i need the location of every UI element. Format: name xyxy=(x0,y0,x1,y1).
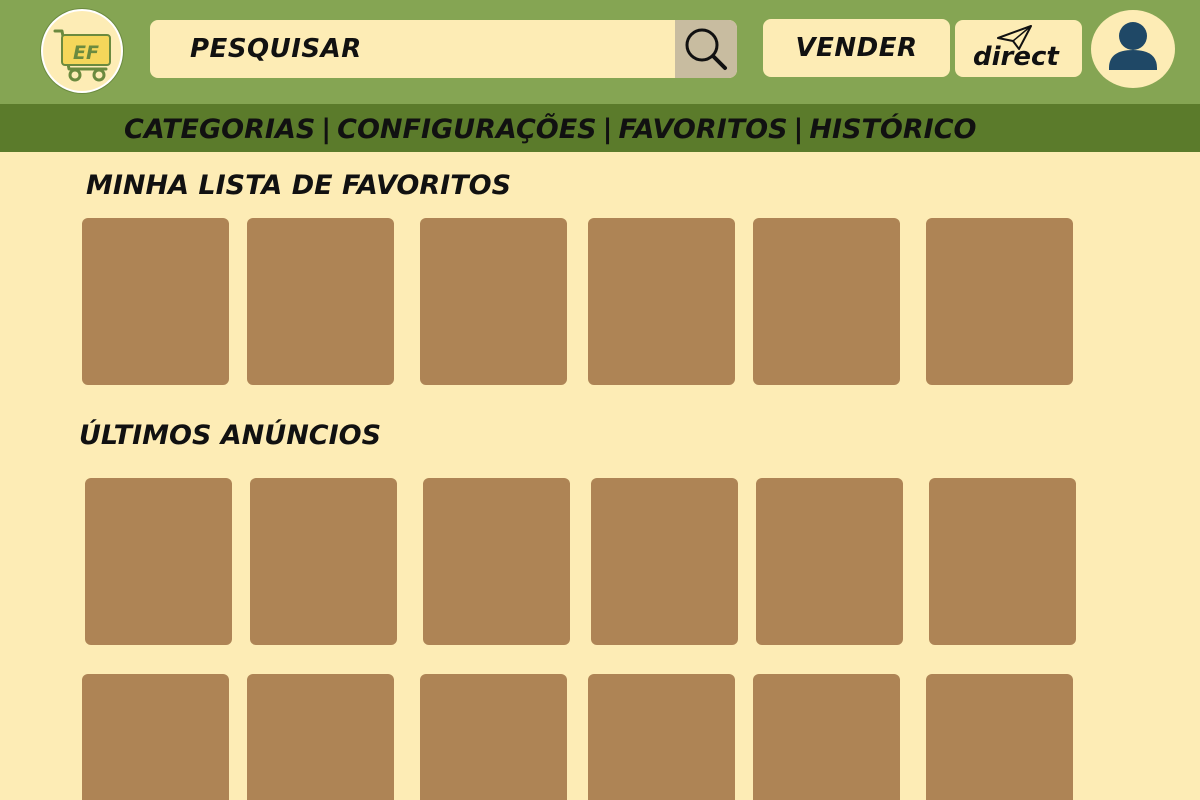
ad-item[interactable] xyxy=(420,674,567,800)
logo-text: EF xyxy=(73,42,99,64)
nav-favoritos[interactable]: FAVORITOS xyxy=(618,114,787,145)
nav-separator: | xyxy=(602,113,613,145)
ad-item[interactable] xyxy=(85,478,232,645)
direct-messages-button[interactable]: direct xyxy=(955,20,1082,77)
nav-historico[interactable]: HISTÓRICO xyxy=(809,114,976,145)
favorite-item[interactable] xyxy=(420,218,567,385)
logo[interactable]: EF xyxy=(41,9,123,93)
ad-item[interactable] xyxy=(82,674,229,800)
favorite-item[interactable] xyxy=(247,218,394,385)
ad-item[interactable] xyxy=(247,674,394,800)
ad-item[interactable] xyxy=(756,478,903,645)
search-input[interactable] xyxy=(150,20,675,78)
nav-bar: CATEGORIAS | CONFIGURAÇÕES | FAVORITOS |… xyxy=(0,104,1200,152)
nav-configuracoes[interactable]: CONFIGURAÇÕES xyxy=(337,114,596,145)
ad-item[interactable] xyxy=(926,674,1073,800)
search-bar xyxy=(150,20,737,78)
cart-logo-icon: EF xyxy=(53,29,111,82)
ad-item[interactable] xyxy=(753,674,900,800)
direct-label: direct xyxy=(973,42,1059,72)
ad-item[interactable] xyxy=(250,478,397,645)
main-nav: CATEGORIAS | CONFIGURAÇÕES | FAVORITOS |… xyxy=(124,112,976,146)
ad-item[interactable] xyxy=(588,674,735,800)
search-icon xyxy=(685,28,727,70)
top-header: EF VENDER direct xyxy=(0,0,1200,104)
search-button[interactable] xyxy=(675,20,737,78)
profile-button[interactable] xyxy=(1091,10,1175,88)
favorites-title: MINHA LISTA DE FAVORITOS xyxy=(86,170,512,201)
nav-categorias[interactable]: CATEGORIAS xyxy=(124,114,315,145)
favorite-item[interactable] xyxy=(753,218,900,385)
ad-item[interactable] xyxy=(591,478,738,645)
latest-ads-title: ÚLTIMOS ANÚNCIOS xyxy=(79,420,382,451)
favorite-item[interactable] xyxy=(588,218,735,385)
ad-item[interactable] xyxy=(423,478,570,645)
nav-separator: | xyxy=(321,113,332,145)
favorite-item[interactable] xyxy=(82,218,229,385)
sell-button[interactable]: VENDER xyxy=(763,19,950,77)
favorite-item[interactable] xyxy=(926,218,1073,385)
user-icon xyxy=(1109,22,1157,70)
nav-separator: | xyxy=(793,113,804,145)
ad-item[interactable] xyxy=(929,478,1076,645)
